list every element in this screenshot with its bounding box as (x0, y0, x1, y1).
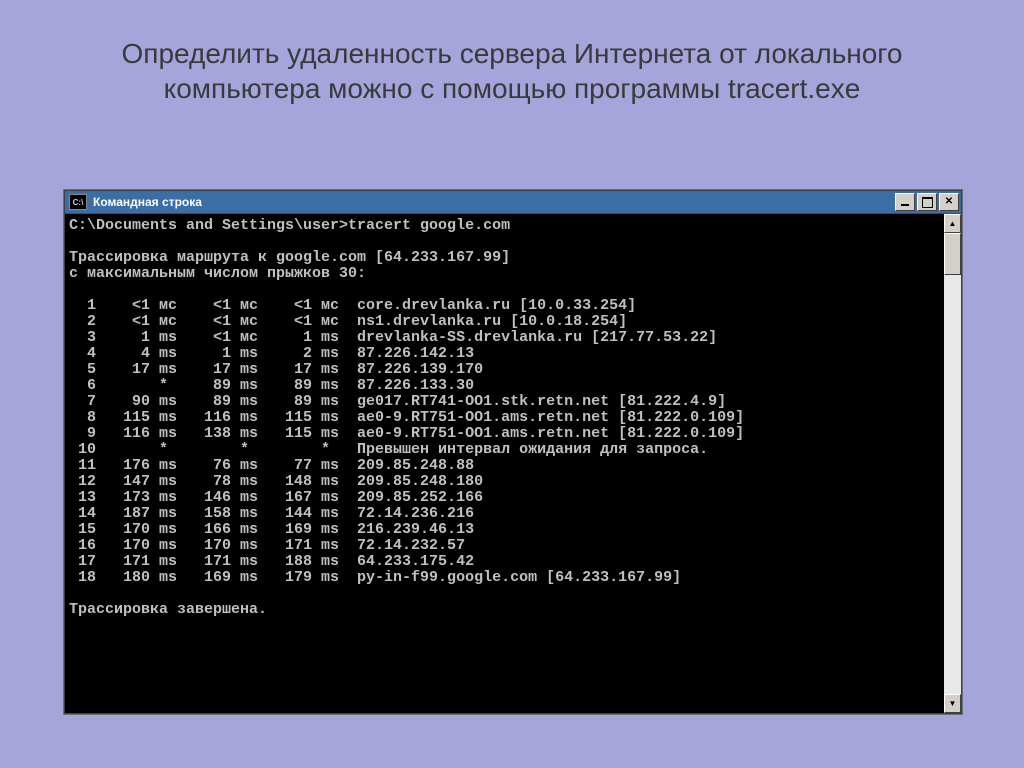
scroll-down-button[interactable]: ▼ (944, 694, 961, 713)
close-button[interactable] (939, 193, 959, 211)
command-prompt-window: C:\ Командная строка C:\Documents and Se… (64, 190, 962, 714)
maximize-button[interactable] (917, 193, 937, 211)
scroll-up-button[interactable]: ▲ (944, 214, 961, 233)
window-titlebar[interactable]: C:\ Командная строка (65, 191, 961, 214)
scroll-thumb[interactable] (944, 233, 961, 275)
slide-heading: Определить удаленность сервера Интернета… (0, 0, 1024, 122)
console-output: C:\Documents and Settings\user>tracert g… (65, 214, 944, 713)
system-menu-icon[interactable]: C:\ (69, 194, 87, 210)
vertical-scrollbar[interactable]: ▲ ▼ (944, 214, 961, 713)
window-title: Командная строка (93, 195, 893, 209)
minimize-button[interactable] (895, 193, 915, 211)
slide: Определить удаленность сервера Интернета… (0, 0, 1024, 768)
scroll-track[interactable] (944, 233, 961, 694)
